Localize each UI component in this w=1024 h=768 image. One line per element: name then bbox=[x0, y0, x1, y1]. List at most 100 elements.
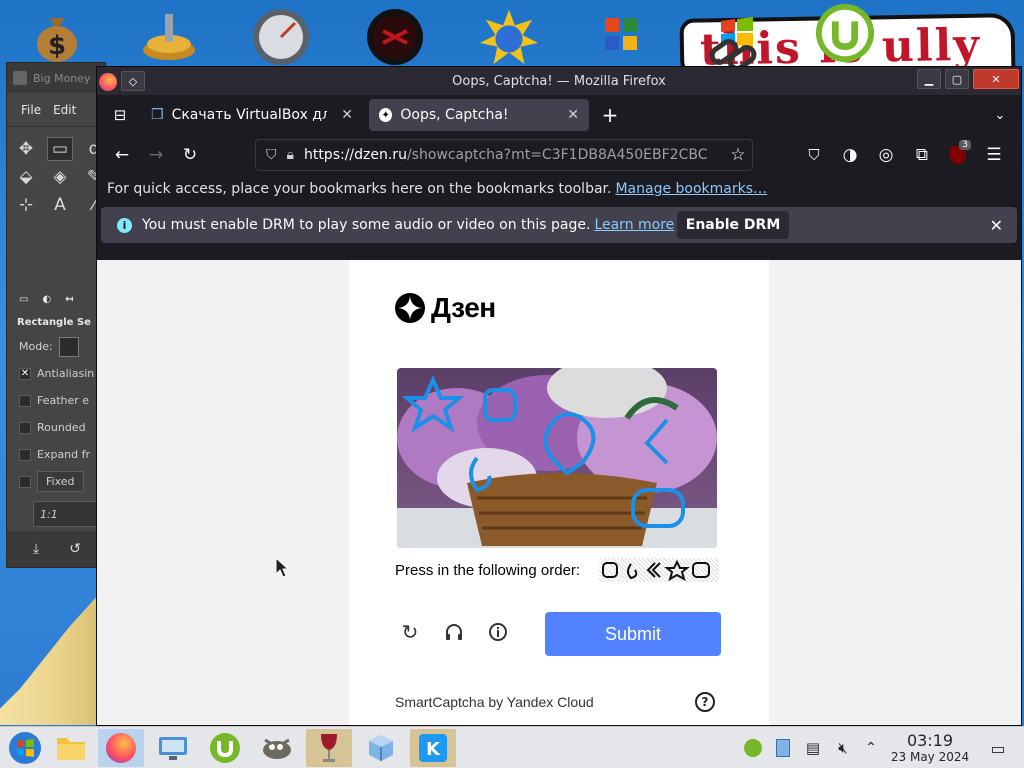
text-tool-icon[interactable]: A bbox=[47, 193, 73, 217]
feather-option[interactable]: Feather e bbox=[7, 387, 105, 414]
tab-captcha[interactable]: ✦ Oops, Captcha! ✕ bbox=[369, 99, 589, 131]
feather-checkbox[interactable] bbox=[19, 394, 31, 407]
gimp-menu-edit[interactable]: Edit bbox=[53, 103, 76, 117]
dzen-icon: ✦ bbox=[379, 108, 393, 122]
expand-label: Expand fr bbox=[37, 448, 91, 461]
lock-icon[interactable]: 🔒︎ bbox=[287, 147, 294, 163]
expand-checkbox[interactable] bbox=[19, 448, 31, 461]
close-notification-icon[interactable]: ✕ bbox=[990, 216, 1003, 235]
firefox-taskbar-icon[interactable] bbox=[98, 729, 144, 767]
ublock-icon[interactable]: 3 bbox=[943, 140, 973, 170]
move-tool-icon[interactable]: ✥ bbox=[13, 137, 39, 161]
sun-globe-icon[interactable] bbox=[478, 8, 540, 66]
app-menu-icon[interactable]: ☰ bbox=[979, 140, 1009, 170]
virtualbox-icon[interactable] bbox=[358, 729, 404, 767]
device-status-icon[interactable]: ▭ bbox=[19, 294, 28, 305]
close-window-button[interactable]: ✕ bbox=[973, 69, 1019, 89]
kde-icon[interactable]: K bbox=[410, 729, 456, 767]
svg-text:K: K bbox=[426, 739, 441, 760]
undo-history-icon[interactable]: ↤ bbox=[65, 294, 73, 305]
radar-icon[interactable] bbox=[364, 8, 426, 66]
captcha-card: Дзен Press in the following order: ↻ Sub… bbox=[349, 260, 769, 725]
gimp-menu-file[interactable]: File bbox=[21, 103, 41, 117]
back-button[interactable]: ← bbox=[107, 140, 137, 170]
antialiasing-label: Antialiasin bbox=[37, 367, 95, 380]
firefox-titlebar[interactable]: ◇ Oops, Captcha! — Mozilla Firefox ▁ ▢ ✕ bbox=[97, 67, 1021, 95]
utorrent-tray-icon[interactable] bbox=[742, 727, 764, 768]
mode-replace-icon[interactable] bbox=[58, 336, 79, 357]
dark-reader-icon[interactable]: ◑ bbox=[835, 140, 865, 170]
clipboard-tray-icon[interactable]: ▤ bbox=[802, 727, 824, 768]
audio-captcha-headphones-icon[interactable] bbox=[439, 612, 469, 652]
captcha-image[interactable] bbox=[397, 368, 717, 548]
gimp-titlebar[interactable]: Big Money bbox=[7, 63, 105, 93]
ratio-input[interactable]: 1:1 bbox=[33, 501, 103, 527]
captcha-actions: ↻ bbox=[395, 612, 513, 652]
info-circle-icon[interactable] bbox=[483, 612, 513, 652]
pocket-icon[interactable]: ⛉ bbox=[799, 140, 829, 170]
utorrent-desktop-icon[interactable] bbox=[814, 3, 876, 63]
url-bar[interactable]: ⛉ 🔒︎ https://dzen.ru/showcaptcha?mt=C3F1… bbox=[255, 139, 753, 171]
learn-more-link[interactable]: Learn more bbox=[594, 217, 674, 233]
gimp-window[interactable]: Big Money File Edit ✥ ▭ ɑ ⬙ ◈ ✎ ⊹ A ⁄ ▭ … bbox=[6, 62, 106, 568]
tab-close-icon[interactable]: ✕ bbox=[341, 107, 353, 123]
shield-icon[interactable]: ⛉ bbox=[266, 147, 277, 163]
utorrent-taskbar-icon[interactable] bbox=[202, 729, 248, 767]
reset-options-icon[interactable]: ↺ bbox=[69, 541, 81, 557]
files-icon[interactable] bbox=[48, 729, 94, 767]
antialiasing-checkbox[interactable]: ✕ bbox=[19, 367, 31, 380]
maximize-button[interactable]: ▢ bbox=[945, 69, 969, 89]
firefox-logo-icon bbox=[99, 73, 117, 91]
wine-icon[interactable] bbox=[306, 729, 352, 767]
antialiasing-option[interactable]: ✕ Antialiasin bbox=[7, 360, 105, 387]
save-options-icon[interactable]: ⤓ bbox=[33, 541, 39, 557]
network-tray-icon[interactable] bbox=[772, 727, 794, 768]
office-icon[interactable] bbox=[590, 8, 652, 66]
tab-close-icon[interactable]: ✕ bbox=[567, 107, 579, 123]
list-tabs-chevron-icon[interactable]: ⌄ bbox=[985, 100, 1015, 130]
reload-button[interactable]: ↻ bbox=[175, 140, 205, 170]
new-tab-button[interactable]: + bbox=[595, 100, 625, 130]
tab-captcha-label: Oops, Captcha! bbox=[400, 107, 509, 123]
refresh-captcha-icon[interactable]: ↻ bbox=[395, 612, 425, 652]
show-desktop-icon[interactable]: ▭ bbox=[986, 727, 1010, 768]
tool-options-tab-icon[interactable]: ◐ bbox=[42, 294, 51, 305]
manage-bookmarks-link[interactable]: Manage bookmarks… bbox=[615, 181, 767, 197]
clock[interactable]: 03:19 23 May 2024 bbox=[880, 731, 980, 764]
bookmarks-toolbar: For quick access, place your bookmarks h… bbox=[97, 175, 1021, 203]
fill-tool-icon[interactable]: ◈ bbox=[47, 165, 73, 189]
gimp-bottom-bar: ⤓ ↺ bbox=[7, 531, 105, 567]
window-title: Oops, Captcha! — Mozilla Firefox bbox=[452, 73, 666, 89]
extensions-puzzle-icon[interactable]: ⧉ bbox=[907, 140, 937, 170]
expand-option[interactable]: Expand fr bbox=[7, 441, 105, 468]
fixed-checkbox[interactable] bbox=[19, 475, 31, 488]
page-viewport: Дзен Press in the following order: ↻ Sub… bbox=[97, 260, 1021, 725]
mode-label: Mode: bbox=[19, 340, 53, 353]
big-money-icon[interactable]: $ bbox=[26, 8, 88, 66]
tray-expand-chevron-icon[interactable]: ⌃ bbox=[860, 727, 882, 768]
volume-muted-icon[interactable]: 🔇︎ bbox=[832, 727, 854, 768]
account-icon[interactable]: ◎ bbox=[871, 140, 901, 170]
submit-button[interactable]: Submit bbox=[545, 612, 721, 656]
start-icon[interactable] bbox=[2, 729, 48, 767]
tab-virtualbox[interactable]: ❒ Скачать VirtualBox для ✕ bbox=[141, 99, 363, 131]
enable-drm-button[interactable]: Enable DRM bbox=[677, 211, 789, 239]
dzen-brand: Дзен bbox=[395, 292, 496, 324]
clone-tool-icon[interactable]: ⊹ bbox=[13, 193, 39, 217]
fixed-dropdown[interactable]: Fixed bbox=[37, 471, 84, 492]
system-settings-icon[interactable] bbox=[150, 729, 196, 767]
bookmark-star-icon[interactable]: ☆ bbox=[723, 140, 753, 170]
rect-select-tool-icon[interactable]: ▭ bbox=[47, 137, 73, 161]
window-menu-icon[interactable]: ◇ bbox=[121, 71, 145, 91]
transform-tool-icon[interactable]: ⬙ bbox=[13, 165, 39, 189]
forward-button[interactable]: → bbox=[141, 140, 171, 170]
rounded-option[interactable]: Rounded bbox=[7, 414, 105, 441]
gauge-icon[interactable] bbox=[250, 8, 312, 66]
fixed-option[interactable]: Fixed bbox=[7, 468, 105, 495]
rounded-checkbox[interactable] bbox=[19, 421, 31, 434]
gimp-taskbar-icon[interactable] bbox=[254, 729, 300, 767]
minimize-button[interactable]: ▁ bbox=[917, 69, 941, 89]
firefox-view-icon[interactable]: ⊟ bbox=[105, 100, 135, 130]
help-question-icon[interactable]: ? bbox=[695, 692, 715, 712]
gear-icon[interactable] bbox=[138, 8, 200, 66]
